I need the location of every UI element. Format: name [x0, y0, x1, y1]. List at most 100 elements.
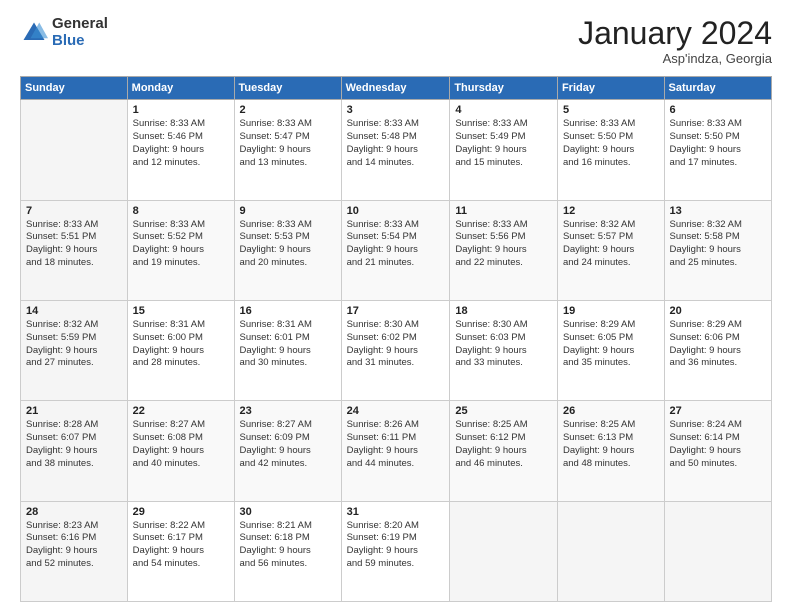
logo-general-text: General — [52, 16, 108, 33]
cell-info-line: Sunrise: 8:27 AM — [240, 419, 336, 432]
cell-info-line: Daylight: 9 hours — [563, 345, 659, 358]
cell-info-line: Daylight: 9 hours — [240, 445, 336, 458]
cell-info-line: Sunset: 5:58 PM — [670, 231, 766, 244]
cell-info-line: Sunset: 6:16 PM — [26, 532, 122, 545]
cell-info-line: Daylight: 9 hours — [563, 244, 659, 257]
cell-info-line: Sunrise: 8:23 AM — [26, 520, 122, 533]
cell-info-line: Sunset: 5:57 PM — [563, 231, 659, 244]
day-number: 23 — [240, 405, 336, 417]
cell-info-line: Daylight: 9 hours — [670, 244, 766, 257]
cell-info-line: Sunset: 6:17 PM — [133, 532, 229, 545]
cell-info-line: Sunset: 5:53 PM — [240, 231, 336, 244]
calendar-cell: 24Sunrise: 8:26 AMSunset: 6:11 PMDayligh… — [341, 401, 450, 501]
day-number: 1 — [133, 104, 229, 116]
cell-info-line: Sunrise: 8:33 AM — [455, 219, 552, 232]
calendar-cell: 8Sunrise: 8:33 AMSunset: 5:52 PMDaylight… — [127, 200, 234, 300]
cell-info-line: Sunrise: 8:32 AM — [563, 219, 659, 232]
cell-info-line: and 48 minutes. — [563, 458, 659, 471]
cell-info-line: and 13 minutes. — [240, 157, 336, 170]
calendar-cell: 17Sunrise: 8:30 AMSunset: 6:02 PMDayligh… — [341, 300, 450, 400]
cell-info-line: Daylight: 9 hours — [133, 144, 229, 157]
header-row: SundayMondayTuesdayWednesdayThursdayFrid… — [21, 77, 772, 100]
cell-info-line: Sunset: 6:01 PM — [240, 332, 336, 345]
logo-icon — [20, 19, 48, 47]
cell-info-line: Daylight: 9 hours — [670, 345, 766, 358]
cell-info-line: Daylight: 9 hours — [133, 445, 229, 458]
day-number: 9 — [240, 205, 336, 217]
cell-info-line: Sunset: 6:13 PM — [563, 432, 659, 445]
calendar-cell: 27Sunrise: 8:24 AMSunset: 6:14 PMDayligh… — [664, 401, 771, 501]
cell-info-line: Daylight: 9 hours — [670, 445, 766, 458]
day-number: 22 — [133, 405, 229, 417]
cell-info-line: and 22 minutes. — [455, 257, 552, 270]
day-number: 13 — [670, 205, 766, 217]
cell-info-line: Sunrise: 8:33 AM — [26, 219, 122, 232]
day-header-monday: Monday — [127, 77, 234, 100]
cell-info-line: Sunset: 6:00 PM — [133, 332, 229, 345]
calendar-cell: 22Sunrise: 8:27 AMSunset: 6:08 PMDayligh… — [127, 401, 234, 501]
cell-info-line: and 38 minutes. — [26, 458, 122, 471]
cell-info-line: Sunset: 6:18 PM — [240, 532, 336, 545]
cell-info-line: Sunset: 5:49 PM — [455, 131, 552, 144]
cell-info-line: and 54 minutes. — [133, 558, 229, 571]
cell-info-line: Sunset: 5:59 PM — [26, 332, 122, 345]
calendar-cell: 7Sunrise: 8:33 AMSunset: 5:51 PMDaylight… — [21, 200, 128, 300]
cell-info-line: Sunrise: 8:20 AM — [347, 520, 445, 533]
cell-info-line: Sunset: 5:47 PM — [240, 131, 336, 144]
calendar-cell: 4Sunrise: 8:33 AMSunset: 5:49 PMDaylight… — [450, 100, 558, 200]
cell-info-line: Daylight: 9 hours — [455, 244, 552, 257]
cell-info-line: Sunset: 5:50 PM — [563, 131, 659, 144]
calendar-cell: 23Sunrise: 8:27 AMSunset: 6:09 PMDayligh… — [234, 401, 341, 501]
calendar-cell: 6Sunrise: 8:33 AMSunset: 5:50 PMDaylight… — [664, 100, 771, 200]
cell-info-line: Daylight: 9 hours — [240, 345, 336, 358]
cell-info-line: and 12 minutes. — [133, 157, 229, 170]
cell-info-line: and 14 minutes. — [347, 157, 445, 170]
cell-info-line: Sunset: 5:48 PM — [347, 131, 445, 144]
cell-info-line: Daylight: 9 hours — [240, 244, 336, 257]
cell-info-line: and 24 minutes. — [563, 257, 659, 270]
cell-info-line: Daylight: 9 hours — [347, 244, 445, 257]
calendar-cell: 25Sunrise: 8:25 AMSunset: 6:12 PMDayligh… — [450, 401, 558, 501]
cell-info-line: Sunrise: 8:33 AM — [133, 219, 229, 232]
month-title: January 2024 — [578, 16, 772, 51]
cell-info-line: Daylight: 9 hours — [26, 445, 122, 458]
day-number: 20 — [670, 305, 766, 317]
cell-info-line: Sunrise: 8:33 AM — [240, 219, 336, 232]
cell-info-line: and 44 minutes. — [347, 458, 445, 471]
cell-info-line: Sunset: 6:02 PM — [347, 332, 445, 345]
cell-info-line: Sunset: 6:12 PM — [455, 432, 552, 445]
cell-info-line: Sunrise: 8:33 AM — [670, 118, 766, 131]
cell-info-line: Daylight: 9 hours — [240, 545, 336, 558]
cell-info-line: and 50 minutes. — [670, 458, 766, 471]
cell-info-line: Daylight: 9 hours — [26, 244, 122, 257]
day-number: 18 — [455, 305, 552, 317]
cell-info-line: Sunrise: 8:31 AM — [240, 319, 336, 332]
cell-info-line: and 30 minutes. — [240, 357, 336, 370]
cell-info-line: and 19 minutes. — [133, 257, 229, 270]
day-header-sunday: Sunday — [21, 77, 128, 100]
day-number: 28 — [26, 506, 122, 518]
calendar-cell: 13Sunrise: 8:32 AMSunset: 5:58 PMDayligh… — [664, 200, 771, 300]
cell-info-line: and 20 minutes. — [240, 257, 336, 270]
cell-info-line: Sunrise: 8:28 AM — [26, 419, 122, 432]
cell-info-line: Sunset: 5:56 PM — [455, 231, 552, 244]
cell-info-line: Sunset: 6:05 PM — [563, 332, 659, 345]
cell-info-line: Daylight: 9 hours — [133, 545, 229, 558]
cell-info-line: Sunrise: 8:22 AM — [133, 520, 229, 533]
calendar-cell: 21Sunrise: 8:28 AMSunset: 6:07 PMDayligh… — [21, 401, 128, 501]
cell-info-line: and 21 minutes. — [347, 257, 445, 270]
cell-info-line: Sunset: 6:03 PM — [455, 332, 552, 345]
cell-info-line: Daylight: 9 hours — [133, 244, 229, 257]
week-row-4: 21Sunrise: 8:28 AMSunset: 6:07 PMDayligh… — [21, 401, 772, 501]
calendar-cell: 11Sunrise: 8:33 AMSunset: 5:56 PMDayligh… — [450, 200, 558, 300]
day-number: 3 — [347, 104, 445, 116]
week-row-1: 1Sunrise: 8:33 AMSunset: 5:46 PMDaylight… — [21, 100, 772, 200]
cell-info-line: and 17 minutes. — [670, 157, 766, 170]
cell-info-line: Daylight: 9 hours — [26, 545, 122, 558]
calendar-cell: 14Sunrise: 8:32 AMSunset: 5:59 PMDayligh… — [21, 300, 128, 400]
week-row-5: 28Sunrise: 8:23 AMSunset: 6:16 PMDayligh… — [21, 501, 772, 601]
cell-info-line: Daylight: 9 hours — [347, 144, 445, 157]
cell-info-line: and 35 minutes. — [563, 357, 659, 370]
cell-info-line: Daylight: 9 hours — [563, 144, 659, 157]
day-number: 15 — [133, 305, 229, 317]
